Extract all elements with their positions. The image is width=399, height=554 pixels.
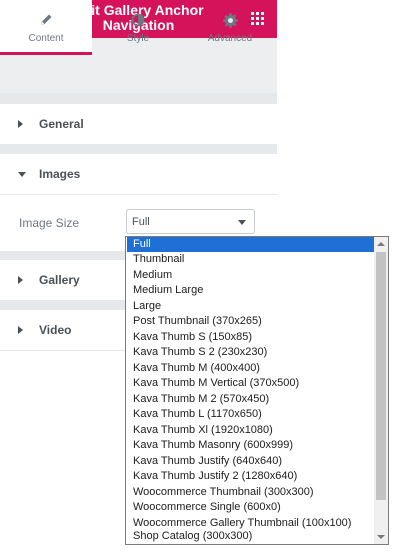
dropdown-option[interactable]: Kava Thumb M Vertical (370x500) (127, 376, 375, 391)
section-general[interactable]: General (0, 104, 277, 145)
image-size-value: Full (132, 216, 150, 228)
tab-advanced-label: Advanced (207, 33, 253, 44)
dropdown-option[interactable]: Kava Thumb Masonry (600x999) (127, 438, 375, 453)
dropdown-option[interactable]: Woocommerce Single (600x0) (127, 500, 375, 515)
caret-down-icon (18, 172, 26, 177)
tab-content-label: Content (28, 33, 64, 44)
tab-advanced[interactable]: Advanced (184, 0, 276, 55)
pencil-icon (0, 13, 92, 29)
dropdown-option[interactable]: Kava Thumb Xl (1920x1080) (127, 423, 375, 438)
gear-icon (184, 13, 276, 29)
tab-style-label: Style (126, 33, 150, 44)
dropdown-option[interactable]: Medium Large (127, 283, 375, 298)
image-size-select[interactable]: Full (126, 209, 255, 234)
section-gallery-title: Gallery (39, 273, 80, 287)
dropdown-option[interactable]: Woocommerce Thumbnail (300x300) (127, 485, 375, 500)
caret-right-icon (18, 276, 23, 284)
tab-content[interactable]: Content (0, 0, 92, 55)
chevron-down-icon (238, 220, 246, 225)
dropdown-option[interactable]: Kava Thumb Justify (640x640) (127, 454, 375, 469)
image-size-label: Image Size (19, 216, 80, 230)
dropdown-option[interactable]: Full (127, 237, 375, 252)
caret-right-icon (18, 120, 23, 128)
dropdown-option[interactable]: Post Thumbnail (370x265) (127, 314, 375, 329)
image-size-dropdown: Full Thumbnail Medium Medium Large Large… (125, 236, 389, 545)
section-images-title: Images (39, 167, 81, 181)
dropdown-option[interactable]: Thumbnail (127, 252, 375, 267)
dropdown-option[interactable]: Kava Thumb Justify 2 (1280x640) (127, 469, 375, 484)
dropdown-scrollbar[interactable] (374, 237, 388, 544)
dropdown-option[interactable]: Medium (127, 268, 375, 283)
divider (0, 145, 277, 154)
tab-style[interactable]: Style (92, 0, 184, 55)
dropdown-option[interactable]: Kava Thumb M 2 (570x450) (127, 392, 375, 407)
caret-right-icon (18, 326, 23, 334)
half-circle-icon (92, 13, 184, 29)
dropdown-option[interactable]: Kava Thumb L (1170x650) (127, 407, 375, 422)
scroll-up-icon[interactable] (374, 237, 388, 251)
section-video-title: Video (39, 323, 72, 337)
dropdown-option[interactable]: Shop Catalog (300x300) (127, 529, 375, 544)
scrollbar-thumb[interactable] (376, 252, 386, 500)
dropdown-option[interactable]: Kava Thumb S 2 (230x230) (127, 345, 375, 360)
dropdown-option[interactable]: Large (127, 299, 375, 314)
divider (0, 93, 277, 104)
dropdown-option[interactable]: Kava Thumb M (400x400) (127, 361, 375, 376)
section-images[interactable]: Images (0, 154, 277, 195)
dropdown-option[interactable]: Kava Thumb S (150x85) (127, 330, 375, 345)
scroll-down-icon[interactable] (374, 530, 388, 544)
section-general-title: General (39, 117, 84, 131)
